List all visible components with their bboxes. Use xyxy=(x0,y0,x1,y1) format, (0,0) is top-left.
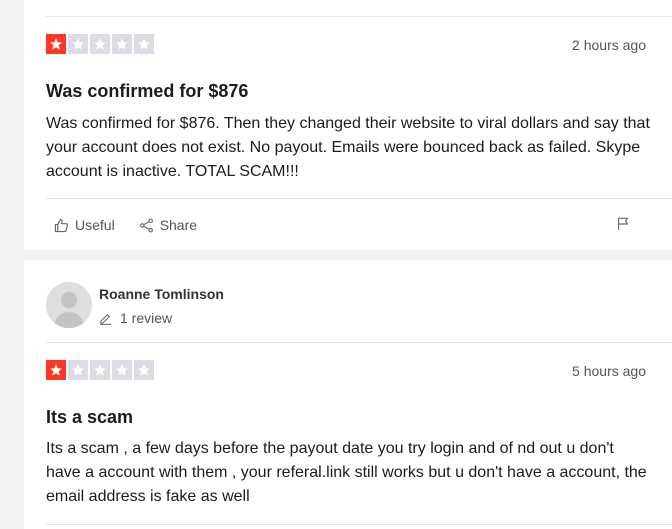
review-actions: Useful Share xyxy=(46,217,650,233)
star-icon xyxy=(68,34,88,54)
reviewer-name[interactable]: Roanne Tomlinson xyxy=(99,286,224,302)
star-icon xyxy=(112,360,132,380)
review-date: 5 hours ago xyxy=(572,363,646,379)
reviews-page: 2 hours ago Was confirmed for $876 Was c… xyxy=(0,0,672,529)
share-label: Share xyxy=(159,217,198,233)
divider xyxy=(46,198,672,199)
review-date: 2 hours ago xyxy=(572,37,646,53)
review-card: 2 hours ago Was confirmed for $876 Was c… xyxy=(24,0,672,250)
reviewer-review-count: 1 review xyxy=(99,310,172,326)
useful-button[interactable]: Useful xyxy=(54,217,115,233)
thumbs-up-icon xyxy=(54,218,69,233)
star-rating xyxy=(46,360,154,380)
share-button[interactable]: Share xyxy=(139,217,197,233)
divider xyxy=(46,16,672,17)
review-title[interactable]: Its a scam xyxy=(46,407,650,428)
divider xyxy=(46,524,672,525)
star-icon xyxy=(90,34,110,54)
review-body: Its a scam , a few days before the payou… xyxy=(46,440,647,505)
review-body: Was confirmed for $876. Then they change… xyxy=(46,115,650,180)
star-icon xyxy=(68,360,88,380)
review-title[interactable]: Was confirmed for $876 xyxy=(46,81,650,102)
share-icon xyxy=(139,218,154,233)
review-count-label: 1 review xyxy=(120,310,173,326)
star-icon xyxy=(46,360,66,380)
star-icon xyxy=(90,360,110,380)
star-icon xyxy=(134,34,154,54)
pencil-icon xyxy=(99,312,112,325)
flag-icon xyxy=(616,217,630,231)
report-button[interactable] xyxy=(616,217,630,231)
user-avatar-icon[interactable] xyxy=(46,282,92,328)
divider xyxy=(46,342,672,343)
star-icon xyxy=(134,360,154,380)
useful-label: Useful xyxy=(75,217,115,233)
star-icon xyxy=(112,34,132,54)
star-icon xyxy=(46,34,66,54)
star-rating xyxy=(46,34,154,54)
review-card: Roanne Tomlinson 1 review 5 hours ago It… xyxy=(24,260,672,529)
